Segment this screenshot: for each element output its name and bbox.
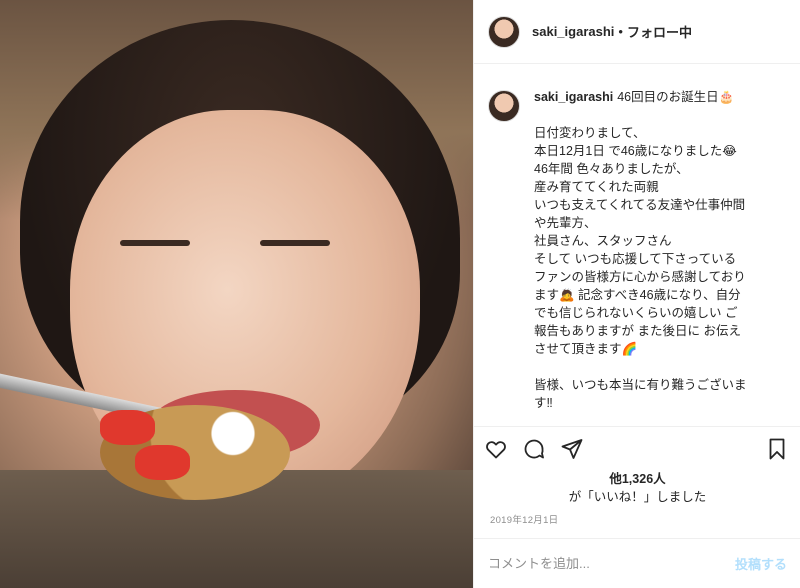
likes-suffix: が「いいね！」しました [568, 490, 707, 504]
photo-eye-left [120, 240, 190, 246]
post-date[interactable]: 2019年12月1日 [490, 512, 558, 526]
comment-bar: 投稿する [474, 538, 800, 588]
likes-summary[interactable]: 他1,326人 が「いいね！」しました [474, 470, 800, 506]
header-username[interactable]: saki_igarashi [532, 24, 614, 39]
header-separator: • [618, 24, 623, 39]
photo-tomato [135, 445, 190, 480]
photo-eye-right [260, 240, 330, 246]
heart-icon[interactable] [484, 437, 508, 461]
bookmark-icon[interactable] [765, 437, 789, 461]
post-header: saki_igarashi • フォロー中 [474, 0, 800, 64]
avatar[interactable] [488, 15, 520, 48]
photo-tomato [100, 410, 155, 445]
comment-input[interactable] [488, 556, 735, 571]
comment-icon[interactable] [522, 437, 546, 461]
caption-area: saki_igarashi 46回目のお誕生日🎂 日付変わりまして、 本日12月1… [474, 64, 800, 426]
post-photo[interactable] [0, 0, 473, 588]
likes-count[interactable]: 他1,326人 [474, 470, 800, 488]
follow-button[interactable]: フォロー中 [627, 22, 692, 41]
caption-body: saki_igarashi 46回目のお誕生日🎂 日付変わりまして、 本日12月1… [534, 88, 784, 412]
caption-row: saki_igarashi 46回目のお誕生日🎂 日付変わりまして、 本日12月1… [488, 88, 787, 412]
post-comment-button[interactable]: 投稿する [735, 554, 787, 573]
caption-username[interactable]: saki_igarashi [534, 90, 613, 104]
caption-text: 46回目のお誕生日🎂 日付変わりまして、 本日12月1日 で46歳になりました😂… [534, 90, 747, 410]
post-sidebar: saki_igarashi • フォロー中 saki_igarashi 46回目の… [473, 0, 800, 588]
send-icon[interactable] [560, 437, 584, 461]
action-bar [474, 426, 800, 470]
avatar[interactable] [488, 90, 520, 122]
